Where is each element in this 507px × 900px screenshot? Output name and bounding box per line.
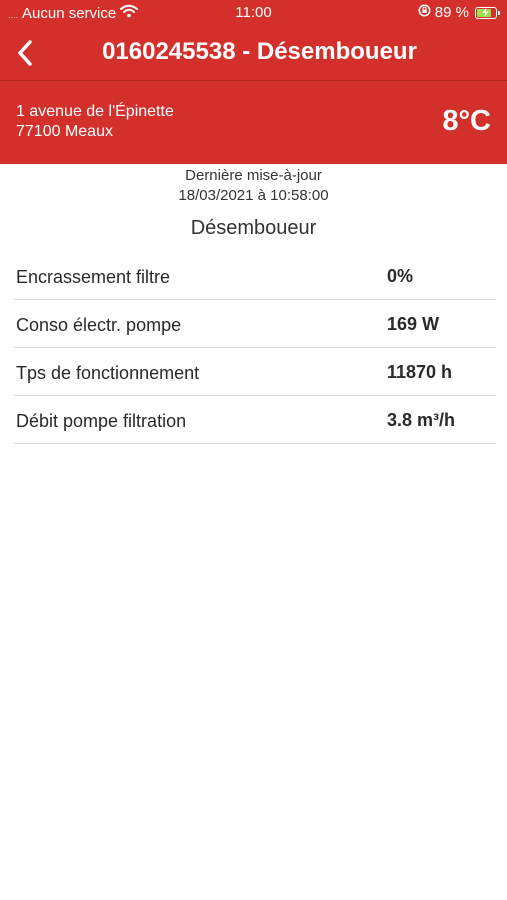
address-line-1: 1 avenue de l'Épinette	[16, 103, 174, 120]
status-bar: .... Aucun service 11:00 89 %	[0, 0, 507, 26]
charging-bolt-icon	[482, 7, 489, 17]
measurements-list: Encrassement filtre 0% Conso électr. pom…	[14, 252, 495, 444]
list-item: Tps de fonctionnement 11870 h	[14, 348, 495, 396]
last-update-label: Dernière mise-à-jour	[185, 167, 322, 184]
site-info: 1 avenue de l'Épinette 77100 Meaux 8°C	[0, 81, 507, 164]
row-value: 169 W	[387, 314, 440, 334]
nav-bar: 0160245538 - Désemboueur	[0, 26, 507, 81]
row-value: 11870 h	[387, 362, 453, 382]
battery-tip	[498, 10, 500, 15]
last-update: Dernière mise-à-jour 18/03/2021 à 10:58:…	[0, 166, 507, 206]
list-item: Débit pompe filtration 3.8 m³/h	[14, 396, 495, 444]
orientation-lock-icon	[418, 4, 431, 21]
site-address: 1 avenue de l'Épinette 77100 Meaux	[16, 102, 174, 142]
battery-percent: 89 %	[434, 4, 469, 21]
row-label: Débit pompe filtration	[16, 411, 187, 431]
status-right: 89 %	[418, 4, 500, 21]
row-value: 3.8 m³/h	[387, 410, 456, 430]
battery-charging-icon	[475, 6, 500, 19]
page-title: 0160245538 - Désemboueur	[102, 38, 417, 65]
list-item: Encrassement filtre 0%	[14, 252, 495, 300]
row-label: Conso électr. pompe	[16, 315, 182, 335]
section-title: Désemboueur	[190, 217, 317, 239]
last-update-datetime: 18/03/2021 à 10:58:00	[178, 187, 329, 204]
header: .... Aucun service 11:00 89 % 0160245538…	[0, 0, 507, 164]
address-line-2: 77100 Meaux	[16, 123, 113, 140]
row-value: 0%	[387, 266, 414, 286]
row-label: Tps de fonctionnement	[16, 363, 200, 383]
list-item: Conso électr. pompe 169 W	[14, 300, 495, 348]
temperature: 8°C	[442, 105, 491, 137]
row-label: Encrassement filtre	[16, 267, 171, 287]
